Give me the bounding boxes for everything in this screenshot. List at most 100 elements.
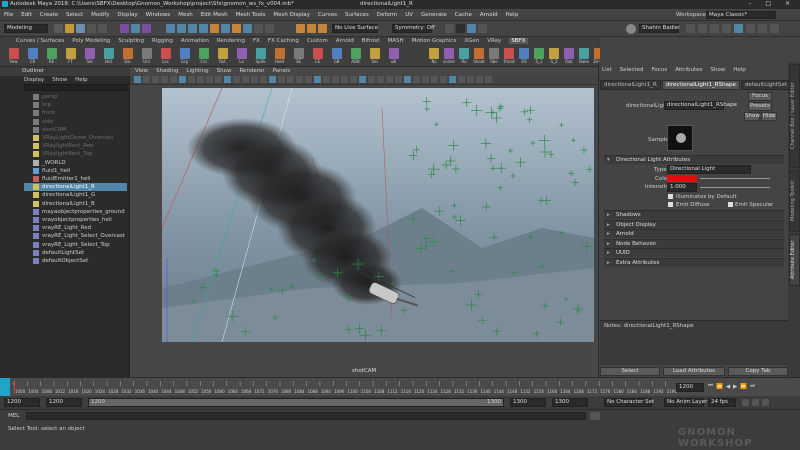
menu-create[interactable]: Create bbox=[40, 12, 58, 18]
viewport-tool-icon[interactable] bbox=[269, 76, 276, 83]
viewport-tool-icon[interactable] bbox=[251, 76, 258, 83]
viewport-tool-icon[interactable] bbox=[143, 76, 150, 83]
attribute-editor-toggle-icon[interactable] bbox=[734, 24, 743, 33]
magnet-icon[interactable] bbox=[232, 24, 241, 33]
section-node-behavior[interactable]: Node Behavior bbox=[604, 238, 784, 248]
go-end-icon[interactable]: ⏭ bbox=[750, 383, 755, 390]
outliner-item[interactable]: front bbox=[24, 109, 127, 117]
menu-display[interactable]: Display bbox=[117, 12, 137, 18]
shelf-button[interactable]: Loc bbox=[158, 48, 173, 64]
live-surface-select[interactable]: No Live Surface bbox=[332, 24, 378, 33]
shelf-tab-xgen[interactable]: XGen bbox=[464, 38, 479, 44]
shelf-button[interactable]: OS bbox=[518, 48, 530, 64]
shelf-tab-animation[interactable]: Animation bbox=[181, 38, 209, 44]
ae-menu-focus[interactable]: Focus bbox=[651, 67, 667, 73]
snap-surface-icon[interactable] bbox=[210, 24, 219, 33]
shelf-button[interactable]: S_2 bbox=[548, 48, 560, 64]
animation-start-field[interactable]: 1200 bbox=[4, 398, 40, 407]
snap-curve-icon[interactable] bbox=[177, 24, 186, 33]
outliner-menu-display[interactable]: Display bbox=[24, 77, 44, 83]
section-shadows[interactable]: Shadows bbox=[604, 210, 784, 219]
shelf-tab-vray[interactable]: VRay bbox=[487, 38, 501, 44]
viewport-tool-icon[interactable] bbox=[224, 76, 231, 83]
history-icon[interactable] bbox=[243, 24, 252, 33]
outliner-menu-help[interactable]: Help bbox=[75, 77, 88, 83]
symmetry-select[interactable]: Symmetry: Off bbox=[392, 24, 435, 33]
outliner-toggle-icon[interactable] bbox=[770, 24, 779, 33]
channel-box-tab[interactable]: Channel Box / Layer Editor bbox=[789, 64, 800, 168]
shelf-button[interactable]: Ro bbox=[458, 48, 470, 64]
viewport-tool-icon[interactable] bbox=[233, 76, 240, 83]
outliner-item[interactable]: directionalLight1_R bbox=[24, 183, 127, 192]
shelf-button[interactable]: Vew bbox=[6, 48, 21, 64]
menu-uv[interactable]: UV bbox=[405, 12, 413, 18]
viewport-tool-icon[interactable] bbox=[152, 76, 159, 83]
channel-box-toggle-icon[interactable] bbox=[758, 24, 767, 33]
snap-point-icon[interactable] bbox=[188, 24, 197, 33]
playback-start-field[interactable]: 1200 bbox=[46, 398, 82, 407]
viewport-tool-icon[interactable] bbox=[170, 76, 177, 83]
viewport-tool-icon[interactable] bbox=[458, 76, 465, 83]
ae-menu-list[interactable]: List bbox=[602, 67, 612, 73]
loop-icon[interactable] bbox=[742, 399, 749, 406]
viewport-tool-icon[interactable] bbox=[476, 76, 483, 83]
outliner-item[interactable]: persp bbox=[24, 93, 127, 101]
key-icon[interactable] bbox=[762, 399, 769, 406]
viewport-tool-icon[interactable] bbox=[314, 76, 321, 83]
viewport-tool-icon[interactable] bbox=[296, 76, 303, 83]
viewport-tool-icon[interactable] bbox=[278, 76, 285, 83]
animation-end-field[interactable]: 1300 bbox=[552, 398, 588, 407]
settings-gear-icon[interactable] bbox=[686, 24, 695, 33]
menu-windows[interactable]: Windows bbox=[146, 12, 171, 18]
intensity-field[interactable]: 1.000 bbox=[667, 183, 697, 192]
shelf-tab-rendering[interactable]: Rendering bbox=[217, 38, 245, 44]
go-start-icon[interactable]: ⏮ bbox=[708, 383, 713, 390]
shelf-button[interactable]: S_1 bbox=[533, 48, 545, 64]
shelf-button[interactable]: Lo bbox=[234, 48, 249, 64]
viewport-tool-icon[interactable] bbox=[467, 76, 474, 83]
audio-icon[interactable] bbox=[752, 399, 759, 406]
grid-toggle-icon[interactable] bbox=[698, 24, 707, 33]
snap-center-icon[interactable] bbox=[221, 24, 230, 33]
shelf-button[interactable]: GB bbox=[329, 48, 344, 64]
redo-icon[interactable] bbox=[98, 24, 107, 33]
outliner-item[interactable]: directionalLight1_G bbox=[24, 191, 127, 199]
viewport-tool-icon[interactable] bbox=[386, 76, 393, 83]
object-mode-icon[interactable] bbox=[131, 24, 140, 33]
outliner-item[interactable]: fluid1_heli bbox=[24, 167, 127, 175]
snap-grid-icon[interactable] bbox=[166, 24, 175, 33]
illum-default-checkbox[interactable] bbox=[668, 194, 673, 199]
viewport-tool-icon[interactable] bbox=[368, 76, 375, 83]
undo-icon[interactable] bbox=[87, 24, 96, 33]
command-input[interactable] bbox=[26, 412, 586, 420]
shelf-button[interactable]: Hid bbox=[101, 48, 116, 64]
shelf-button[interactable]: Ns bbox=[428, 48, 440, 64]
ae-tab[interactable]: directionalLight1_R bbox=[600, 80, 661, 90]
shelf-tab-curves-surfaces[interactable]: Curves / Surfaces bbox=[16, 38, 64, 44]
outliner-item[interactable]: defaultLightSet bbox=[24, 249, 127, 257]
shelf-button[interactable]: scene bbox=[443, 48, 455, 64]
open-scene-icon[interactable] bbox=[65, 24, 74, 33]
ae-menu-attributes[interactable]: Attributes bbox=[675, 67, 702, 73]
modeling-toolkit-tab[interactable]: Modeling Toolkit bbox=[789, 170, 800, 232]
step-forward-icon[interactable]: ⏩ bbox=[740, 384, 747, 390]
viewport-tool-icon[interactable] bbox=[395, 76, 402, 83]
shelf-tab-sbfx[interactable]: SBFX bbox=[509, 38, 528, 44]
menu-arnold[interactable]: Arnold bbox=[480, 12, 498, 18]
shelf-tab-mash[interactable]: MASH bbox=[387, 38, 403, 44]
shelf-button[interactable]: Sbe bbox=[488, 48, 500, 64]
shelf-button[interactable]: RE bbox=[44, 48, 59, 64]
render-settings-icon[interactable] bbox=[478, 24, 487, 33]
hide-button[interactable]: Hide bbox=[761, 112, 777, 121]
anim-layer-select[interactable]: No Anim Layer bbox=[664, 398, 707, 407]
ipr-render-icon[interactable] bbox=[318, 24, 327, 33]
menu-deform[interactable]: Deform bbox=[377, 12, 397, 18]
viewport-tool-icon[interactable] bbox=[413, 76, 420, 83]
viewport-tool-icon[interactable] bbox=[305, 76, 312, 83]
viewport-tool-icon[interactable] bbox=[287, 76, 294, 83]
shelf-button[interactable]: SpSk bbox=[253, 48, 268, 64]
viewport-menu-shading[interactable]: Shading bbox=[156, 68, 178, 74]
shelf-button[interactable]: CR bbox=[25, 48, 40, 64]
shelf-button[interactable]: Sel bbox=[367, 48, 382, 64]
modeling-toolkit-icon[interactable] bbox=[445, 24, 454, 33]
